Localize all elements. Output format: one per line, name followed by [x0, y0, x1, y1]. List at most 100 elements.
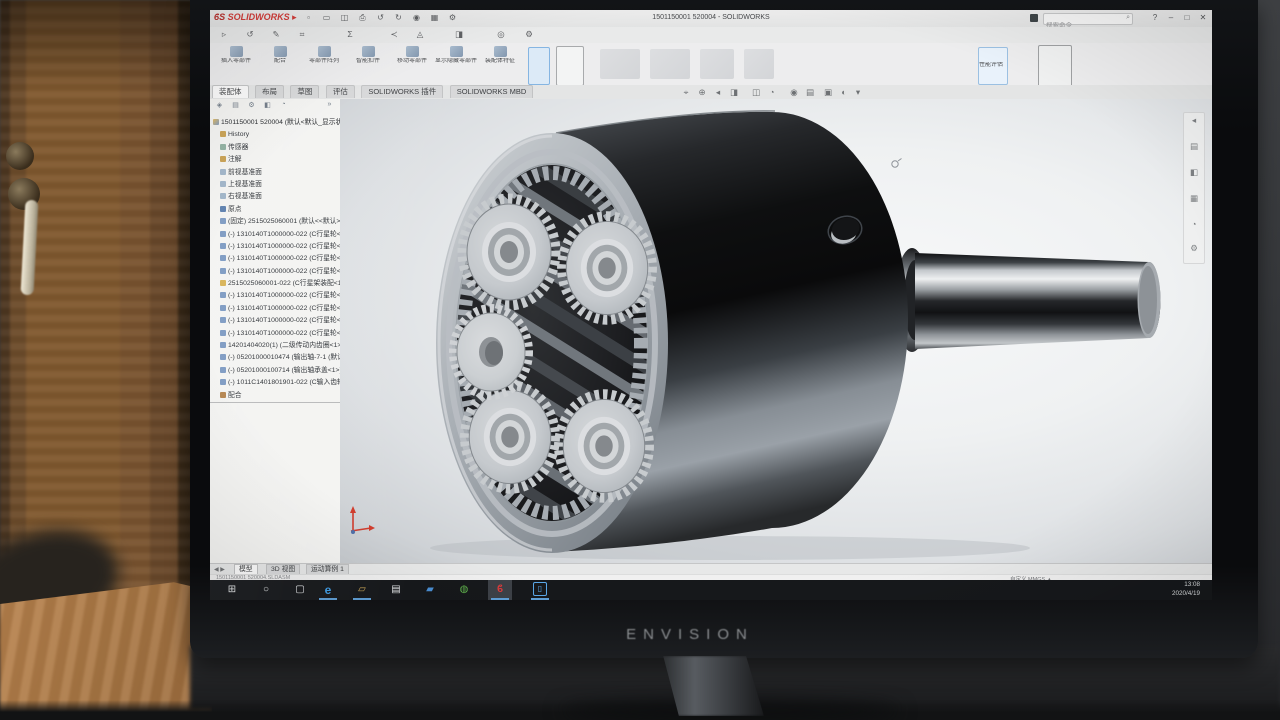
save-icon[interactable]: ◫: [336, 13, 353, 22]
measure-icon[interactable]: ≺: [385, 29, 403, 40]
ribbon-button-mate[interactable]: 配合: [258, 45, 302, 83]
command-search-box[interactable]: ⌕: [1043, 13, 1133, 25]
planetary-gearbox-model[interactable]: [340, 89, 1212, 563]
solidworks-logo[interactable]: ϐS SOLIDWORKS ▸: [214, 12, 297, 23]
collapse-pane-icon[interactable]: ◂: [1184, 115, 1204, 126]
tree-item-component[interactable]: (-) 1310140T1000000-022 (C行星轮<7>): [210, 315, 340, 327]
tree-item-component[interactable]: (-) 1310140T1000000-022 (C行星轮<4>): [210, 266, 340, 278]
tree-item-component[interactable]: (固定) 2515025060001 (默认<<默认>_显示状态 1>): [210, 216, 340, 228]
tree-item-mates[interactable]: 配合: [210, 390, 340, 403]
mass-properties-icon[interactable]: ◬: [411, 29, 429, 40]
sketch-icon[interactable]: ✎: [267, 29, 285, 40]
tree-item-bearing-cover[interactable]: (-) 05201000100714 (输出轴承盖<1>): [210, 365, 340, 377]
propertymanager-tab-icon[interactable]: ▤: [228, 101, 243, 109]
cortana-button[interactable]: ○: [254, 580, 278, 600]
login-icon[interactable]: [1030, 14, 1038, 22]
section-view-icon[interactable]: ◨: [726, 87, 742, 98]
undo-icon[interactable]: ↺: [372, 13, 389, 22]
tab-layout[interactable]: 布局: [255, 85, 284, 98]
file-properties-icon[interactable]: ▦: [426, 13, 443, 22]
undo-icon[interactable]: ↺: [241, 29, 259, 40]
ribbon-button-assembly-features[interactable]: 装配体特征: [478, 45, 522, 83]
tree-item-output-shaft[interactable]: (-) 05201000010474 (输出轴-7-1 (默认): [210, 352, 340, 364]
tree-item-subassembly[interactable]: 2515025060001-022 (C行星架装配<1>): [210, 278, 340, 290]
equations-icon[interactable]: Σ: [341, 29, 359, 39]
tree-item-top-plane[interactable]: 上视基准面: [210, 179, 340, 191]
task-view-button[interactable]: ▢: [288, 580, 312, 600]
tree-item-input-gear[interactable]: (-) 1011C1401801901-022 (C输入齿轮<1>): [210, 377, 340, 389]
start-button[interactable]: ⊞: [220, 580, 244, 600]
view-options-dropdown-icon[interactable]: ▾: [850, 87, 866, 98]
expand-pane-icon[interactable]: »: [322, 101, 337, 108]
file-explorer-pane-icon[interactable]: ▦: [1184, 193, 1204, 204]
tree-item-sensors[interactable]: 传感器: [210, 142, 340, 154]
view-annotations-icon[interactable]: ▣: [820, 87, 836, 98]
solidworks-resources-icon[interactable]: ▤: [1184, 141, 1204, 152]
select-icon[interactable]: ▹: [215, 29, 233, 40]
tree-item-front-plane[interactable]: 前视基准面: [210, 167, 340, 179]
tree-item-component[interactable]: (-) 1310140T1000000-022 (C行星轮<8>): [210, 328, 340, 340]
restore-button[interactable]: □: [1180, 13, 1194, 22]
zoom-fit-icon[interactable]: ⌖: [678, 87, 694, 98]
tree-item-component[interactable]: (-) 1310140T1000000-022 (C行星轮<2>): [210, 241, 340, 253]
new-icon[interactable]: ▫: [300, 13, 317, 22]
taskbar-clock[interactable]: 13:08 2020/4/19: [1132, 581, 1200, 598]
solidworks-taskbar-button[interactable]: ϐ: [488, 580, 512, 600]
store-button[interactable]: ▤: [384, 580, 408, 600]
tree-item-ring-gear[interactable]: 14201404020(1) (二级传动内齿圈<1>): [210, 340, 340, 352]
help-button[interactable]: ?: [1148, 13, 1162, 22]
settings-icon[interactable]: ⚙: [520, 29, 538, 40]
menu-flyout-arrow-icon[interactable]: ▸: [292, 12, 297, 22]
options-icon[interactable]: ⚙: [444, 13, 461, 22]
tab-assembly[interactable]: 装配体: [212, 85, 249, 98]
ribbon-tool-panel[interactable]: [556, 46, 584, 86]
ribbon-button-pattern[interactable]: 零部件阵列: [302, 45, 346, 83]
tree-item-right-plane[interactable]: 右视基准面: [210, 191, 340, 203]
previous-view-icon[interactable]: ◂: [710, 87, 726, 98]
tree-item-component[interactable]: (-) 1310140T1000000-022 (C行星轮<1>): [210, 229, 340, 241]
appearances-icon[interactable]: ◎: [492, 29, 510, 40]
tab-sketch[interactable]: 草图: [290, 85, 319, 98]
edge-button[interactable]: e: [316, 580, 340, 600]
tree-item-history[interactable]: History: [210, 129, 340, 141]
ribbon-task-panel[interactable]: [1038, 45, 1072, 87]
output-shaft[interactable]: [895, 248, 1161, 352]
search-icon[interactable]: ⌕: [1126, 14, 1130, 22]
featuremanager-tab-icon[interactable]: ◈: [212, 101, 227, 109]
hide-show-items-icon[interactable]: ◔: [764, 87, 780, 97]
display-manager-tab-icon[interactable]: ◔: [276, 101, 291, 108]
tree-item-component[interactable]: (-) 1310140T1000000-022 (C行星轮<6>): [210, 303, 340, 315]
tree-item-annotations[interactable]: 注解: [210, 154, 340, 166]
green-app-button[interactable]: ◍: [452, 580, 476, 600]
open-icon[interactable]: ▭: [318, 13, 335, 22]
tree-item-component[interactable]: (-) 1310140T1000000-022 (C行星轮<3>): [210, 253, 340, 265]
apply-scene-icon[interactable]: ▤: [802, 87, 818, 98]
minimize-button[interactable]: –: [1164, 13, 1178, 22]
section-view-icon[interactable]: ◨: [450, 29, 468, 40]
ribbon-button-move-component[interactable]: 移动零部件: [390, 45, 434, 83]
ribbon-button-performance-evaluation[interactable]: 性能评估: [978, 47, 1008, 85]
rebuild-icon[interactable]: ◉: [408, 13, 425, 22]
ribbon-highlighted-tool[interactable]: [528, 47, 550, 85]
tab-scroll-arrows[interactable]: ◀ ▶: [214, 566, 225, 573]
custom-properties-icon[interactable]: ⚙: [1184, 243, 1204, 254]
tree-item-origin[interactable]: 原点: [210, 204, 340, 216]
ribbon-button-smart-fasteners[interactable]: 智能扣件: [346, 45, 390, 83]
cad-app-button[interactable]: ▯: [528, 580, 552, 600]
design-library-icon[interactable]: ◧: [1184, 167, 1204, 178]
documents-folder-button[interactable]: ▰: [418, 580, 442, 600]
file-explorer-button[interactable]: ▱: [350, 580, 374, 600]
tree-item-component[interactable]: (-) 1310140T1000000-022 (C行星轮<5>): [210, 290, 340, 302]
dimxpert-tab-icon[interactable]: ◧: [260, 101, 275, 109]
ribbon-button-show-hidden[interactable]: 显示隐藏零部件: [434, 45, 478, 83]
close-button[interactable]: ✕: [1196, 13, 1210, 22]
edit-appearance-icon[interactable]: ◉: [786, 87, 802, 98]
print-icon[interactable]: ⎙: [354, 13, 371, 23]
smart-dimension-icon[interactable]: ⌗: [293, 29, 311, 40]
tree-item-root[interactable]: 1501150001 520004 (默认<默认_显示状态-1>): [210, 117, 340, 129]
redo-icon[interactable]: ↻: [390, 13, 407, 22]
display-style-icon[interactable]: ◫: [748, 87, 764, 98]
appearances-pane-icon[interactable]: ◔: [1184, 219, 1204, 229]
zoom-area-icon[interactable]: ⊕: [694, 87, 710, 98]
configurations-tab-icon[interactable]: ⚙: [244, 101, 259, 109]
